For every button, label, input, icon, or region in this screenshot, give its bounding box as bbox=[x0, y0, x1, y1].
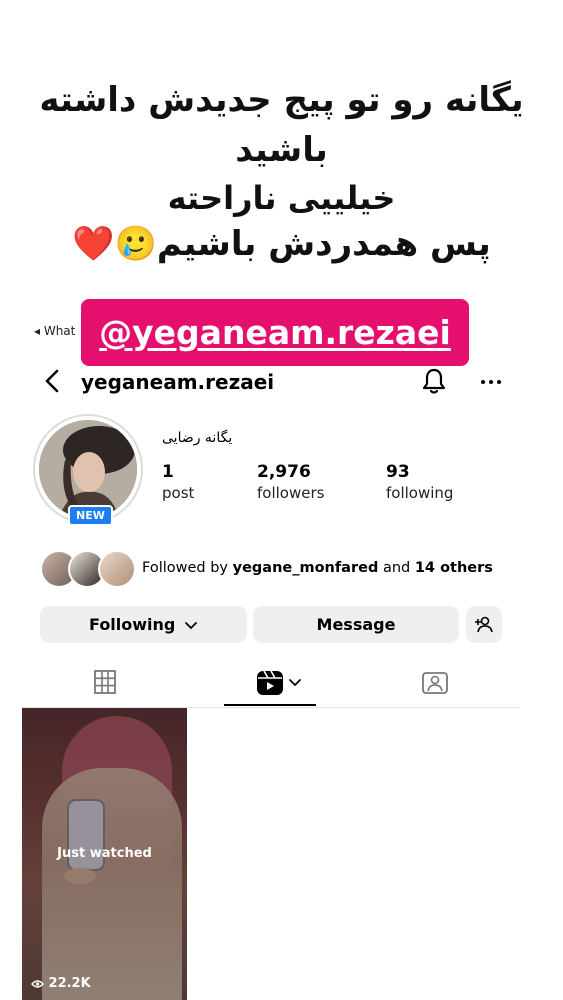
avatar bbox=[39, 420, 137, 518]
stat-following[interactable]: 93 following bbox=[386, 462, 453, 502]
suggested-people-button[interactable] bbox=[466, 606, 502, 643]
eye-icon bbox=[31, 979, 44, 988]
followed-by-text: Followed by yegane_monfared and 14 other… bbox=[142, 560, 493, 576]
profile-tabs bbox=[22, 660, 520, 708]
reels-icon bbox=[257, 670, 283, 695]
followed-by-row[interactable]: Followed by yegane_monfared and 14 other… bbox=[40, 550, 510, 588]
tab-reels[interactable] bbox=[188, 660, 354, 706]
tagged-icon bbox=[422, 672, 448, 694]
story-caption-line-3: خیلییی ناراحته bbox=[0, 176, 563, 220]
story-caption-line-1: یگانه رو تو پیج جدیدش داشته bbox=[0, 78, 563, 122]
reel-views-count: 22.2K bbox=[48, 976, 91, 991]
grid-icon bbox=[94, 670, 116, 694]
back-to-app-link[interactable]: ◂ What bbox=[34, 324, 75, 338]
profile-display-name: یگانه رضایی bbox=[162, 430, 233, 446]
profile-avatar[interactable]: NEW bbox=[33, 414, 143, 526]
profile-header: yeganeam.rezaei bbox=[40, 364, 510, 400]
add-person-icon bbox=[475, 616, 493, 633]
message-button-label: Message bbox=[316, 615, 396, 634]
stat-followers[interactable]: 2,976 followers bbox=[257, 462, 324, 502]
reel-thumbnail[interactable]: Just watched 22.2K bbox=[22, 708, 187, 1000]
stat-followers-value: 2,976 bbox=[257, 462, 311, 482]
mention-sticker[interactable]: @yeganeam.rezaei bbox=[81, 299, 469, 366]
bell-icon[interactable] bbox=[420, 366, 448, 396]
reel-views: 22.2K bbox=[31, 976, 91, 991]
stat-posts-value: 1 bbox=[162, 462, 174, 482]
stat-posts-label: post bbox=[162, 484, 195, 502]
more-options-icon[interactable] bbox=[476, 366, 506, 396]
tab-tagged[interactable] bbox=[354, 660, 520, 706]
follower-avatar-3 bbox=[98, 550, 136, 588]
tab-grid[interactable] bbox=[22, 660, 188, 706]
just-watched-label: Just watched bbox=[57, 846, 152, 861]
chevron-down-icon bbox=[185, 621, 197, 629]
following-button[interactable]: Following bbox=[40, 606, 247, 643]
avatar-photo bbox=[39, 420, 137, 518]
message-button[interactable]: Message bbox=[253, 606, 459, 643]
active-tab-indicator bbox=[224, 704, 316, 706]
stat-followers-label: followers bbox=[257, 484, 325, 502]
stat-posts[interactable]: 1 post bbox=[162, 462, 194, 502]
story-caption-line-2: باشید bbox=[0, 128, 563, 172]
stat-following-label: following bbox=[386, 484, 454, 502]
story-caption-line-4: پس همدردش باشیم🥲❤️ bbox=[0, 222, 563, 266]
profile-username: yeganeam.rezaei bbox=[81, 370, 275, 394]
following-button-label: Following bbox=[89, 615, 176, 634]
new-badge: NEW bbox=[68, 505, 113, 526]
stat-following-value: 93 bbox=[386, 462, 410, 482]
chevron-down-icon bbox=[289, 679, 301, 687]
back-chevron-icon[interactable] bbox=[40, 366, 66, 396]
